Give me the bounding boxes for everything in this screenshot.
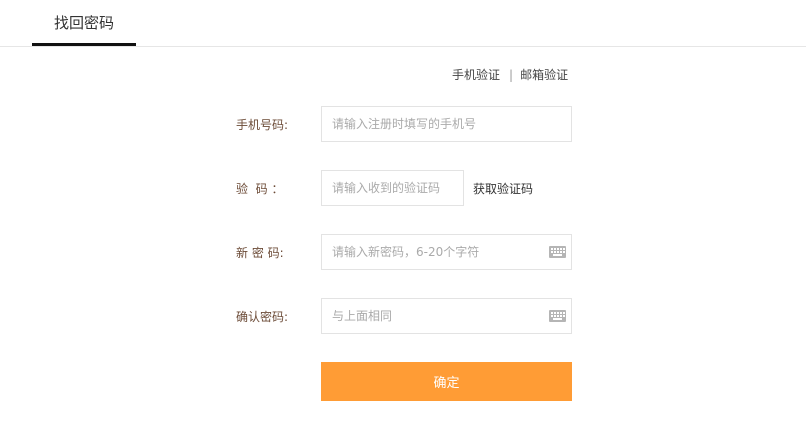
verify-method-switch: 手机验证 | 邮箱验证 [452,66,568,83]
code-field [321,170,464,206]
confirm-password-label: 确认密码: [236,310,289,324]
get-code-button[interactable]: 获取验证码 [473,180,533,197]
confirm-button[interactable]: 确定 [321,362,572,401]
confirm-password-field [321,298,572,334]
phone-label: 手机号码: [236,118,289,132]
new-password-input[interactable] [322,235,571,269]
new-password-field [321,234,572,270]
keyboard-icon[interactable] [549,310,566,322]
confirm-password-input[interactable] [322,299,571,333]
email-verify-link[interactable]: 邮箱验证 [520,66,568,83]
phone-input[interactable] [322,107,571,141]
code-input[interactable] [322,171,463,205]
phone-verify-link[interactable]: 手机验证 [452,66,500,83]
phone-field [321,106,572,142]
keyboard-icon[interactable] [549,246,566,258]
divider: | [509,67,514,82]
code-label: 验 码 ： [236,182,284,196]
new-password-label: 新 密 码: [236,246,284,260]
tab-find-password[interactable]: 找回密码 [32,0,136,46]
tab-bar: 找回密码 [0,0,806,47]
